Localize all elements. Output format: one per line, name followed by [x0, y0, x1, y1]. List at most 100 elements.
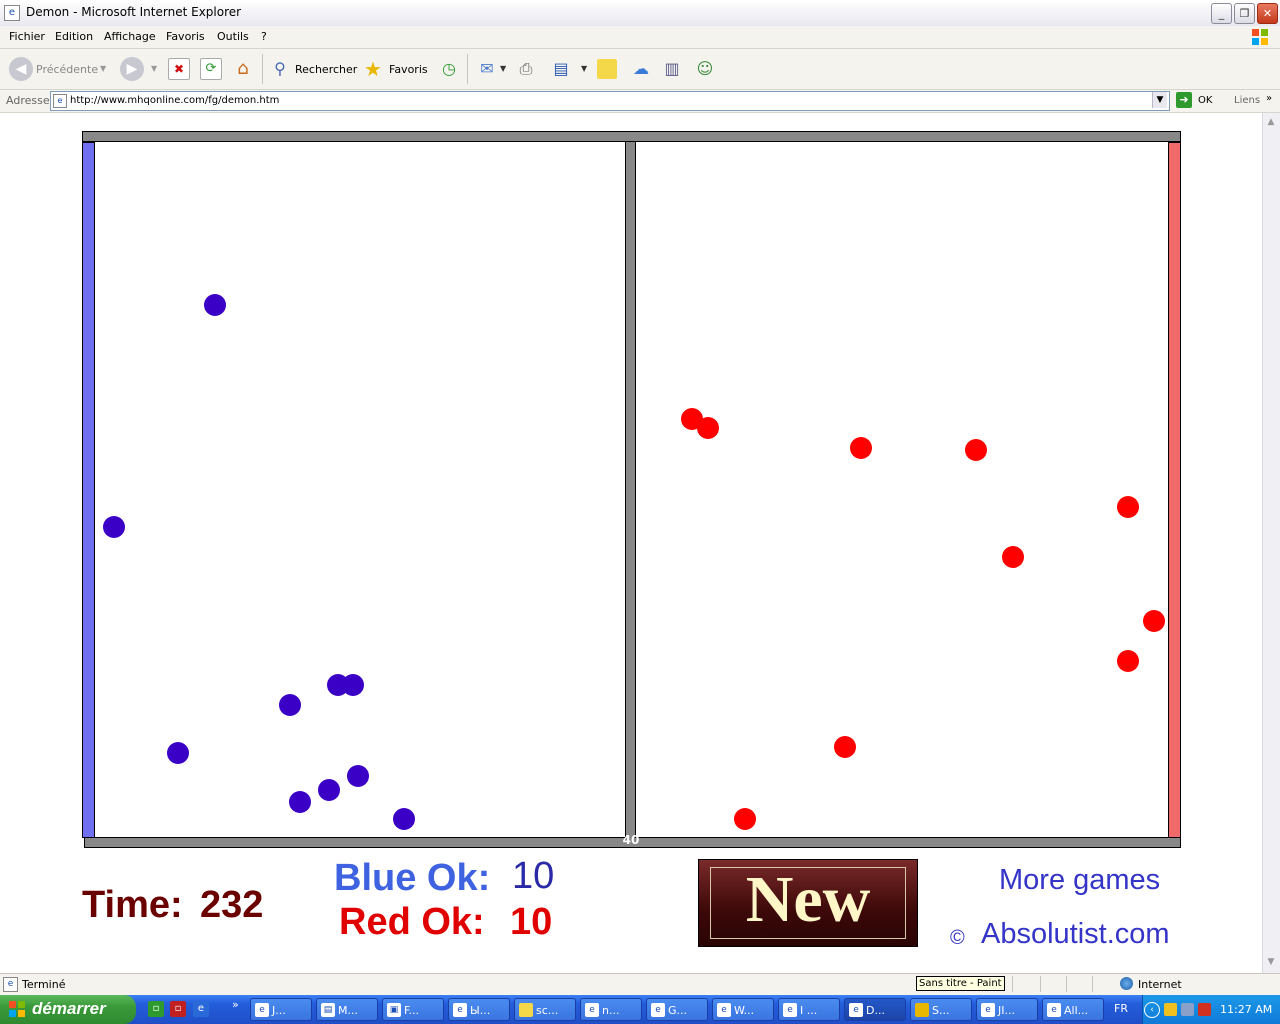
taskbar-item[interactable]: e G...	[646, 998, 708, 1021]
address-url[interactable]: http://www.mhqonline.com/fg/demon.htm	[70, 95, 279, 106]
contacts-icon[interactable]: ☺	[693, 57, 717, 81]
red-ball	[965, 439, 987, 461]
warning-icon[interactable]	[1164, 1003, 1177, 1016]
history-icon[interactable]: ◷	[437, 57, 461, 81]
page-status-icon: e	[3, 977, 18, 992]
copyright-sign: ©	[950, 927, 965, 949]
mail-dropdown-icon[interactable]: ▼	[500, 64, 506, 73]
menu-favoris[interactable]: Favoris	[166, 30, 205, 43]
edit-icon[interactable]: ▤	[549, 57, 573, 81]
status-divider	[1092, 976, 1093, 992]
blue-ball	[204, 294, 226, 316]
blue-ball	[393, 808, 415, 830]
blue-ball	[103, 516, 125, 538]
links-expand-icon[interactable]: »	[1266, 93, 1272, 104]
page-icon: e	[53, 94, 67, 108]
blue-ok-value: 10	[512, 855, 555, 897]
new-game-button-label[interactable]: New	[698, 862, 918, 938]
menu-fichier[interactable]: Fichier	[9, 30, 45, 43]
red-ball	[1117, 650, 1139, 672]
taskbar-item[interactable]: e JI...	[976, 998, 1038, 1021]
ie-task-icon: e	[783, 1003, 797, 1017]
ie-task-icon: e	[453, 1003, 467, 1017]
taskbar-item-active[interactable]: e D...	[844, 998, 906, 1021]
toolbar-separator	[262, 54, 263, 84]
security-icon[interactable]	[1198, 1003, 1211, 1016]
minimize-button[interactable]: _	[1211, 3, 1232, 24]
red-ball	[1117, 496, 1139, 518]
back-dropdown-icon[interactable]: ▼	[100, 64, 106, 73]
taskbar-item[interactable]: e All...	[1042, 998, 1104, 1021]
favorites-star-icon[interactable]: ★	[361, 57, 385, 81]
taskbar-item[interactable]: sc...	[514, 998, 576, 1021]
back-arrow-icon[interactable]: ◀	[9, 57, 33, 81]
blue-side-wall	[82, 142, 95, 838]
menu-outils[interactable]: Outils	[217, 30, 249, 43]
forward-dropdown-icon[interactable]: ▼	[151, 64, 157, 73]
maximize-button[interactable]: ❐	[1234, 3, 1255, 24]
address-dropdown-icon[interactable]: ▼	[1152, 92, 1167, 108]
go-button-label[interactable]: OK	[1198, 95, 1212, 106]
forward-arrow-icon[interactable]: ▶	[120, 57, 144, 81]
back-button-label[interactable]: Précédente	[36, 63, 98, 76]
links-label[interactable]: Liens	[1234, 95, 1260, 106]
taskbar-tooltip: Sans titre - Paint	[916, 976, 1005, 991]
quicklaunch-ie-icon[interactable]: e	[193, 1001, 209, 1017]
home-icon[interactable]: ⌂	[231, 57, 255, 81]
go-arrow-icon[interactable]: ➜	[1176, 92, 1192, 108]
taskbar-item[interactable]: e Ы...	[448, 998, 510, 1021]
edit-dropdown-icon[interactable]: ▼	[581, 64, 587, 73]
windows-flag-icon	[8, 1000, 26, 1018]
ie-task-icon: e	[981, 1003, 995, 1017]
ie-task-icon: e	[255, 1003, 269, 1017]
quicklaunch-desktop-icon[interactable]: ▫	[148, 1001, 164, 1017]
quicklaunch-expand-icon[interactable]: »	[232, 998, 239, 1011]
taskbar-item[interactable]: S...	[910, 998, 972, 1021]
blue-ball	[347, 765, 369, 787]
blue-ok-label: Blue Ok:	[334, 857, 491, 899]
status-bar	[0, 973, 1280, 996]
mail-icon[interactable]: ✉	[475, 57, 499, 81]
menu-help[interactable]: ?	[261, 30, 267, 43]
scroll-down-icon[interactable]: ▼	[1264, 955, 1278, 969]
messenger-icon[interactable]: ☁	[629, 57, 653, 81]
language-indicator[interactable]: FR	[1114, 1002, 1128, 1015]
taskbar-item[interactable]: ▣ F...	[382, 998, 444, 1021]
print-icon[interactable]: ⎙	[514, 57, 538, 81]
windows-logo-icon	[1250, 27, 1270, 47]
search-button-label[interactable]: Rechercher	[295, 63, 357, 76]
quicklaunch-app-icon[interactable]: ▫	[170, 1001, 186, 1017]
taskbar-item[interactable]: e W...	[712, 998, 774, 1021]
menu-affichage[interactable]: Affichage	[104, 30, 156, 43]
scroll-up-icon[interactable]: ▲	[1264, 115, 1278, 129]
menu-edition[interactable]: Edition	[55, 30, 93, 43]
absolutist-link[interactable]: Absolutist.com	[981, 918, 1170, 951]
paint-task-icon	[915, 1003, 929, 1017]
vertical-scrollbar[interactable]	[1262, 113, 1280, 973]
door-counter: 40	[622, 833, 640, 847]
center-door-wall[interactable]	[625, 142, 636, 838]
network-icon[interactable]	[1181, 1003, 1194, 1016]
search-icon[interactable]: ⚲	[268, 57, 292, 81]
taskbar-item[interactable]: ▤ M...	[316, 998, 378, 1021]
ie-task-icon: e	[585, 1003, 599, 1017]
taskbar-item[interactable]: eI ...	[778, 998, 840, 1021]
close-button[interactable]: ✕	[1257, 3, 1278, 24]
tray-expand-icon[interactable]: ‹	[1144, 1002, 1160, 1018]
research-icon[interactable]: ▥	[660, 57, 684, 81]
notes-icon[interactable]	[597, 59, 617, 79]
red-ok-value: 10	[510, 901, 553, 943]
more-games-link[interactable]: More games	[999, 864, 1160, 897]
red-ball	[697, 417, 719, 439]
internet-globe-icon	[1120, 977, 1133, 990]
favorites-button-label[interactable]: Favoris	[389, 63, 428, 76]
ie-task-icon: e	[717, 1003, 731, 1017]
stop-icon[interactable]: ✖	[168, 58, 190, 80]
start-label[interactable]: démarrer	[32, 999, 106, 1019]
taskbar-item[interactable]: e n...	[580, 998, 642, 1021]
refresh-icon[interactable]: ⟳	[200, 58, 222, 80]
taskbar-item[interactable]: e J...	[250, 998, 312, 1021]
ie-icon: e	[4, 5, 20, 21]
ie-task-icon: e	[1047, 1003, 1061, 1017]
window-title: Demon - Microsoft Internet Explorer	[26, 5, 242, 19]
